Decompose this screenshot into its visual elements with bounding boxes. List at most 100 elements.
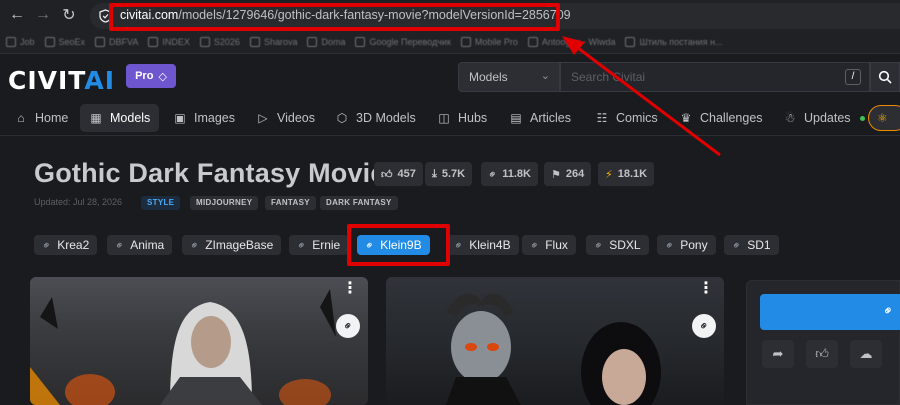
nav-item-home[interactable]: ⌂ Home [5, 104, 77, 132]
download-icon: ⤓ [432, 167, 437, 180]
downloads-stat[interactable]: ⤓ 5.7K [425, 162, 473, 186]
image-icon: ▣ [174, 111, 186, 125]
version-label: Pony [680, 238, 708, 252]
bookmark-item[interactable]: INDEX [148, 36, 190, 47]
share-button[interactable]: ➦ [762, 340, 794, 368]
share-icon: ➦ [772, 346, 784, 361]
bookmark-item[interactable]: Job [6, 36, 35, 47]
link-icon: ⚭ [695, 317, 713, 335]
version-tab-anima[interactable]: ⚭ Anima [107, 235, 173, 255]
tag-midjourney[interactable]: MIDJOURNEY [190, 196, 259, 210]
nav-label: Comics [616, 111, 658, 125]
version-tab-sdxl[interactable]: ⚭ SDXL [586, 235, 649, 255]
article-icon: ▤ [510, 111, 522, 125]
nav-label: 3D Models [356, 111, 416, 125]
search-hotkey: / [845, 69, 861, 85]
nav-item-3d-models[interactable]: ⬡ 3D Models [326, 104, 425, 132]
search-scope-select[interactable]: Models ⌄ [458, 62, 560, 92]
bookmark-label: DBFVA [109, 36, 139, 47]
back-arrow-icon[interactable]: ← [4, 2, 30, 28]
create-button[interactable]: ⚭ [760, 294, 900, 330]
bookmark-label: Antoogon - Wiwda [541, 36, 616, 47]
model-image-card[interactable]: ⋮ ⚭ [386, 277, 724, 405]
generations-stat[interactable]: ⚭ 11.8K [481, 162, 538, 186]
bolt-icon: ⚛ [877, 111, 888, 125]
nav-item-hubs[interactable]: ◫ Hubs [428, 104, 496, 132]
bookmark-folder-icon [249, 36, 260, 47]
like-button[interactable]: 👍︎ [806, 340, 838, 368]
bookmark-item[interactable]: SeoEx [44, 36, 85, 47]
bookmark-label: Штиль постания н... [639, 36, 723, 47]
nav-label: Hubs [458, 111, 488, 125]
nav-item-challenges[interactable]: ♛ Challenges [670, 104, 772, 132]
buzz-wallet-button[interactable]: ⚛ [868, 105, 900, 131]
nav-label: Images [194, 111, 235, 125]
thumbs-up-icon: 👍︎ [815, 346, 829, 361]
version-tab-pony[interactable]: ⚭ Pony [657, 235, 716, 255]
bookmarks-stat[interactable]: ⚑ 264 [544, 162, 592, 186]
nav-label: Home [35, 111, 69, 125]
bookmark-item[interactable]: Штиль постания н... [625, 36, 723, 47]
bookmark-folder-icon [527, 36, 538, 47]
nav-item-articles[interactable]: ▤ Articles [500, 104, 580, 132]
nav-item-videos[interactable]: ▷ Videos [247, 104, 324, 132]
bookmark-item[interactable]: Sharova [249, 36, 297, 47]
more-options-icon[interactable]: ⋮ [698, 281, 714, 297]
tag-style[interactable]: STYLE [141, 196, 181, 210]
bookmark-item[interactable]: Mobile Pro [460, 36, 518, 47]
bell-icon: ☃ [784, 111, 796, 125]
nav-item-models[interactable]: ▦ Models [80, 104, 160, 132]
search-input[interactable]: Search Civitai / [560, 62, 870, 92]
nav-item-comics[interactable]: ☷ Comics [586, 104, 667, 132]
version-tab-zimagebase[interactable]: ⚭ ZImageBase [182, 235, 282, 255]
pro-button[interactable]: Pro ◇ [126, 64, 176, 88]
nav-label: Videos [277, 111, 315, 125]
version-label: Anima [130, 238, 165, 252]
buzz-stat[interactable]: ⚡︎ 18.1K [598, 162, 655, 186]
civitai-logo[interactable]: CIVITAI [8, 66, 115, 95]
nav-item-updates[interactable]: ☃ Updates [774, 104, 874, 132]
nav-item-images[interactable]: ▣ Images [164, 104, 244, 132]
search-icon [878, 70, 892, 84]
chevron-down-icon: ⌄ [540, 70, 550, 82]
version-tab-klein4b[interactable]: ⚭ Klein4B [446, 235, 519, 255]
downloads-count: 5.7K [441, 168, 466, 180]
reload-icon[interactable]: ↻ [56, 2, 82, 28]
more-options-icon[interactable]: ⋮ [342, 281, 358, 297]
logo-main: CIVIT [8, 66, 85, 95]
tag-dark-fantasy[interactable]: DARK FANTASY [320, 196, 398, 210]
version-tab-ernie[interactable]: ⚭ Ernie [289, 235, 349, 255]
version-tab-flux[interactable]: ⚭ Flux [522, 235, 576, 255]
model-preview-image [30, 289, 336, 405]
remix-link-button[interactable]: ⚭ [336, 314, 360, 338]
cube-icon: ⬡ [336, 111, 348, 125]
forward-arrow-icon[interactable]: → [30, 2, 56, 28]
version-label: Flux [545, 238, 568, 252]
generations-count: 11.8K [502, 168, 531, 180]
bookmark-item[interactable]: Antoogon - Wiwda [527, 36, 616, 47]
version-tab-sd1[interactable]: ⚭ SD1 [724, 235, 779, 255]
version-label: ZImageBase [205, 238, 274, 252]
updated-date: Updated: Jul 28, 2026 [34, 197, 123, 207]
model-image-card[interactable]: ⋮ ⚭ [30, 277, 368, 405]
likes-stat[interactable]: 👍︎ 457 [374, 162, 423, 186]
upload-button[interactable]: ☁ [850, 340, 882, 368]
bookmark-item[interactable]: DBFVA [95, 36, 139, 47]
version-tab-krea2[interactable]: ⚭ Krea2 [34, 235, 98, 255]
search-placeholder: Search Civitai [571, 70, 646, 84]
link-icon: ⚭ [729, 237, 745, 253]
search-button[interactable] [870, 62, 900, 92]
bookmark-item[interactable]: Doma [307, 36, 345, 47]
bookmark-folder-icon [307, 36, 318, 47]
buzz-count: 18.1K [617, 168, 648, 180]
trophy-icon: ♛ [680, 111, 692, 125]
link-icon: ⚭ [527, 237, 543, 253]
hub-icon: ◫ [438, 111, 450, 125]
tag-fantasy[interactable]: FANTASY [265, 196, 316, 210]
bookmark-item[interactable]: S2026 [199, 36, 240, 47]
bookmark-folder-icon [625, 36, 636, 47]
grid-icon: ▦ [90, 111, 102, 125]
remix-link-button[interactable]: ⚭ [692, 314, 716, 338]
bookmark-folder-icon [460, 36, 471, 47]
bookmark-item[interactable]: Google Переводчик [355, 36, 451, 47]
